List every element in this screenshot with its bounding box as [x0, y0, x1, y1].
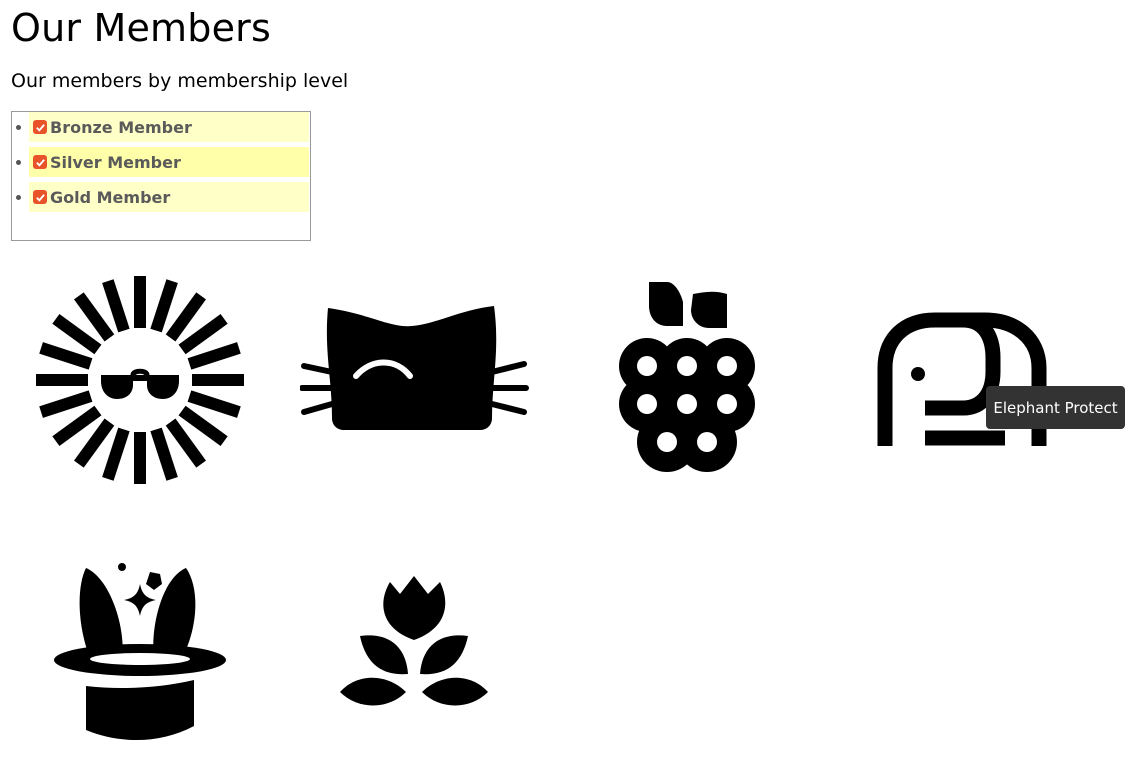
cat-icon[interactable]	[300, 300, 530, 435]
membership-level-filter: Bronze Member Silver Member Gold Member	[11, 111, 311, 241]
bronze-checkbox[interactable]	[33, 120, 47, 134]
level-label: Gold Member	[50, 187, 171, 207]
page-subtitle: Our members by membership level	[11, 70, 349, 92]
gold-checkbox[interactable]	[33, 190, 47, 204]
sun-ray	[36, 374, 88, 386]
level-row[interactable]: Silver Member	[29, 147, 309, 177]
magic-hat-icon[interactable]	[50, 558, 230, 743]
tooltip: Elephant Protect	[986, 386, 1125, 429]
checkmark-icon	[35, 123, 45, 132]
bullet	[16, 125, 21, 130]
bullet	[16, 195, 21, 200]
sun-ray	[192, 374, 244, 386]
silver-checkbox[interactable]	[33, 155, 47, 169]
level-row[interactable]: Gold Member	[29, 182, 309, 212]
sun-ray	[134, 432, 146, 484]
sun-ray	[134, 276, 146, 328]
level-row[interactable]: Bronze Member	[29, 112, 309, 142]
bullet	[16, 160, 21, 165]
sun-sunglasses-icon[interactable]	[35, 275, 245, 485]
level-item-bronze: Bronze Member	[12, 112, 310, 142]
page-title: Our Members	[11, 6, 271, 50]
level-label: Bronze Member	[50, 117, 192, 137]
raspberry-icon[interactable]	[615, 280, 760, 475]
checkmark-icon	[35, 193, 45, 202]
flowers-icon[interactable]	[338, 572, 490, 712]
checkmark-icon	[35, 158, 45, 167]
level-item-gold: Gold Member	[12, 182, 310, 212]
level-item-silver: Silver Member	[12, 147, 310, 177]
level-label: Silver Member	[50, 152, 181, 172]
